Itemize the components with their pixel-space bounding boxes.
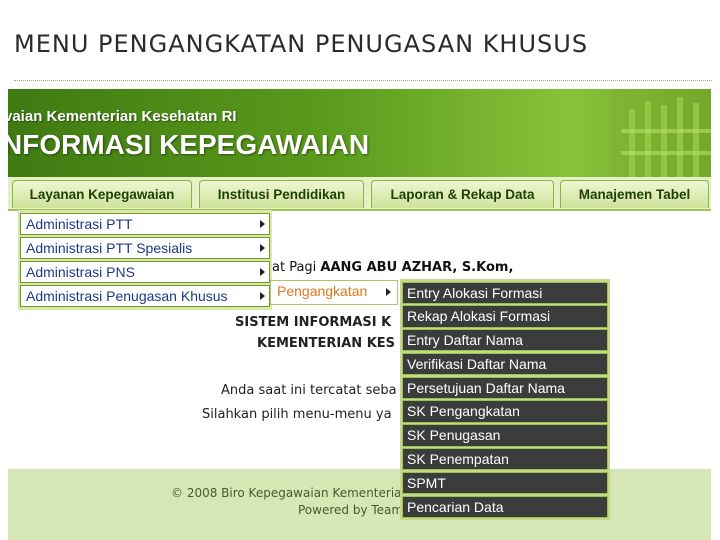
greeting-text: at Pagi AANG ABU AZHAR, S.Kom, [272,260,513,275]
system-title-line1: SISTEM INFORMASI K [235,315,392,330]
menu-item-spmt[interactable]: SPMT [402,471,608,495]
footer-copyright: © 2008 Biro Kepegawaian Kementerian [171,486,410,500]
tab-institusi-pendidikan[interactable]: Institusi Pendidikan [199,180,364,208]
arrow-right-icon [260,220,265,228]
banner-subtitle: vaian Kementerian Kesehatan RI [8,108,237,125]
system-title-line2: KEMENTERIAN KES [257,336,396,351]
menu-item-label: Administrasi PNS [26,264,135,280]
submenu-label: Pengangkatan [277,283,368,299]
menu-item-administrasi-penugasan-khusus[interactable]: Administrasi Penugasan Khusus [20,285,270,307]
menu-item-administrasi-ptt-spesialis[interactable]: Administrasi PTT Spesialis [20,237,270,259]
menu-item-administrasi-pns[interactable]: Administrasi PNS [20,261,270,283]
menu-item-entry-alokasi-formasi[interactable]: Entry Alokasi Formasi [402,281,608,304]
arrow-right-icon [260,292,265,300]
info-text-line2: Silahkan pilih menu-menu ya [202,407,392,422]
arrow-right-icon [386,288,391,296]
slide-title: MENU PENGANGKATAN PENUGASAN KHUSUS [14,30,589,58]
greeting-prefix: at Pagi [272,260,317,275]
menu-item-verifikasi-daftar-nama[interactable]: Verifikasi Daftar Nama [402,352,608,376]
user-name: AANG ABU AZHAR, S.Kom, [320,260,514,275]
menu-item-persetujuan-daftar-nama[interactable]: Persetujuan Daftar Nama [402,376,608,399]
menu-item-entry-daftar-nama[interactable]: Entry Daftar Nama [402,329,608,352]
footer-powered-by: Powered by Team [298,503,404,517]
menu-item-sk-pengangkatan[interactable]: SK Pengangkatan [402,400,608,423]
tab-laporan-rekap-data[interactable]: Laporan & Rekap Data [371,180,554,208]
screenshot: vaian Kementerian Kesehatan RI NFORMASI … [8,89,711,540]
arrow-right-icon [260,268,265,276]
menu-item-administrasi-ptt[interactable]: Administrasi PTT [20,213,270,235]
layanan-dropdown-menu: Administrasi PTT Administrasi PTT Spesia… [18,210,272,310]
menu-item-sk-penempatan[interactable]: SK Penempatan [402,448,608,471]
header-banner: vaian Kementerian Kesehatan RI NFORMASI … [8,89,711,177]
menu-item-label: Administrasi Penugasan Khusus [26,288,228,304]
arrow-right-icon [260,244,265,252]
main-nav: Layanan Kepegawaian Institusi Pendidikan… [8,177,711,211]
info-text-line1: Anda saat ini tercatat seba [221,383,397,398]
banner-title: NFORMASI KEPEGAWAIAN [8,129,370,160]
menu-item-rekap-alokasi-formasi[interactable]: Rekap Alokasi Formasi [402,305,608,328]
title-divider [14,80,712,81]
building-graphic-icon [611,89,711,177]
pengangkatan-submenu: Entry Alokasi Formasi Rekap Alokasi Form… [400,279,610,521]
tab-layanan-kepegawaian[interactable]: Layanan Kepegawaian [12,180,192,208]
menu-item-sk-penugasan[interactable]: SK Penugasan [402,424,608,447]
tab-manajemen-tabel[interactable]: Manajemen Tabel [560,180,709,208]
menu-item-label: Administrasi PTT Spesialis [26,240,193,256]
menu-item-label: Administrasi PTT [26,216,133,232]
menu-item-pencarian-data[interactable]: Pencarian Data [402,495,608,518]
submenu-pengangkatan[interactable]: Pengangkatan [270,280,398,305]
